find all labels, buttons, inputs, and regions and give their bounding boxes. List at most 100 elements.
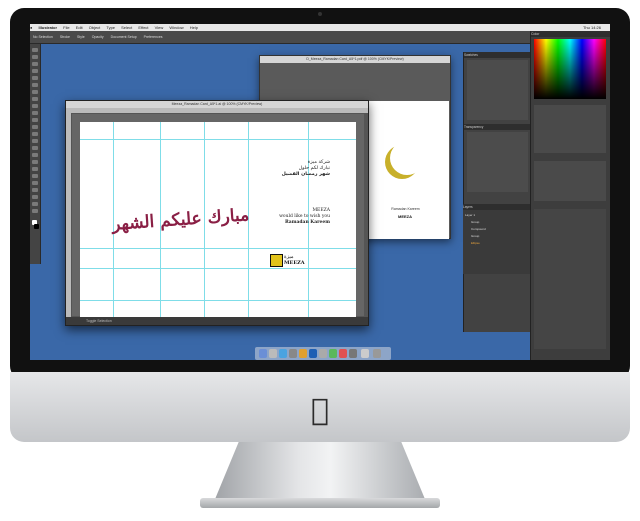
color-swatches[interactable] bbox=[534, 105, 606, 153]
arabic-greeting[interactable]: شركة ميزة تبارك لكم حلول شهر رمضان الفضي… bbox=[250, 160, 330, 178]
selection-status: No Selection bbox=[33, 35, 53, 39]
vertical-ruler[interactable] bbox=[66, 113, 71, 317]
magic-wand-tool-icon[interactable] bbox=[32, 62, 38, 66]
graph-tool-icon[interactable] bbox=[32, 181, 38, 185]
dock bbox=[255, 347, 391, 360]
artboard-back[interactable]: Ramadan Kareem MEEZA bbox=[360, 101, 449, 239]
symbol-sprayer-tool-icon[interactable] bbox=[32, 174, 38, 178]
opacity-label[interactable]: Opacity bbox=[92, 35, 104, 39]
control-bar: No Selection Stroke Style Opacity Docume… bbox=[30, 31, 530, 44]
panel-tab-transparency[interactable]: Transparency bbox=[464, 124, 531, 130]
preferences-button[interactable]: Preferences bbox=[144, 35, 163, 39]
style-label[interactable]: Style bbox=[77, 35, 85, 39]
panel-dock-middle: Swatches Transparency bbox=[463, 52, 531, 332]
blend-tool-icon[interactable] bbox=[32, 167, 38, 171]
canvas[interactable]: مبارك عليكم الشهر شركة ميزة تبارك لكم حل… bbox=[72, 114, 364, 317]
brush-tool-icon[interactable] bbox=[32, 97, 38, 101]
shape-builder-tool-icon[interactable] bbox=[32, 139, 38, 143]
mail-icon[interactable] bbox=[289, 349, 297, 358]
menu-view[interactable]: View bbox=[155, 25, 164, 30]
menubar-clock: Thu 14:26 bbox=[582, 25, 601, 30]
screen: ● Illustrator File Edit Object Type Sele… bbox=[30, 24, 610, 360]
type-tool-icon[interactable] bbox=[32, 76, 38, 80]
mesh-tool-icon[interactable] bbox=[32, 146, 38, 150]
photoshop-icon[interactable] bbox=[309, 349, 317, 358]
monitor-stand-base bbox=[200, 498, 440, 508]
guide-line[interactable] bbox=[80, 268, 356, 269]
pencil-tool-icon[interactable] bbox=[32, 104, 38, 108]
arabic-calligraphy[interactable]: مبارك عليكم الشهر bbox=[111, 199, 249, 244]
menu-object[interactable]: Object bbox=[89, 25, 101, 30]
pen-tool-icon[interactable] bbox=[32, 69, 38, 73]
system-preferences-icon[interactable] bbox=[349, 349, 357, 358]
menubar: ● Illustrator File Edit Object Type Sele… bbox=[30, 24, 610, 31]
menu-window[interactable]: Window bbox=[169, 25, 183, 30]
artboard-front[interactable]: مبارك عليكم الشهر شركة ميزة تبارك لكم حل… bbox=[80, 122, 356, 317]
layer-row[interactable]: Group bbox=[465, 219, 534, 225]
menu-edit[interactable]: Edit bbox=[76, 25, 83, 30]
guide-line[interactable] bbox=[80, 248, 356, 249]
tools-panel bbox=[30, 44, 41, 264]
back-caption: Ramadan Kareem bbox=[391, 207, 420, 211]
itunes-icon[interactable] bbox=[339, 349, 347, 358]
status-bar: Toggle Selection bbox=[66, 317, 368, 325]
document-window-front[interactable]: Meeza_Ramadan Card_A5*1.ai @ 100% (CMYK/… bbox=[65, 100, 369, 326]
messages-icon[interactable] bbox=[329, 349, 337, 358]
menu-help[interactable]: Help bbox=[190, 25, 198, 30]
menu-file[interactable]: File bbox=[63, 25, 69, 30]
layer-row[interactable]: Ellipse bbox=[465, 240, 534, 246]
logo-text: MEEZA bbox=[284, 260, 305, 266]
apple-icon:  bbox=[300, 393, 340, 429]
stroke-swatch[interactable] bbox=[34, 224, 39, 229]
scale-tool-icon[interactable] bbox=[32, 118, 38, 122]
documents-icon[interactable] bbox=[361, 349, 369, 358]
menu-type[interactable]: Type bbox=[106, 25, 115, 30]
toggle-selection[interactable]: Toggle Selection bbox=[86, 319, 112, 323]
preview-icon[interactable] bbox=[319, 349, 327, 358]
gradient-tool-icon[interactable] bbox=[32, 153, 38, 157]
rectangle-tool-icon[interactable] bbox=[32, 90, 38, 94]
back-logo: MEEZA bbox=[398, 214, 412, 219]
finder-icon[interactable] bbox=[259, 349, 267, 358]
panel-tab-swatches[interactable]: Swatches bbox=[464, 52, 531, 58]
direct-selection-tool-icon[interactable] bbox=[32, 55, 38, 59]
document-setup-button[interactable]: Document Setup bbox=[111, 35, 137, 39]
slice-tool-icon[interactable] bbox=[32, 195, 38, 199]
menu-select[interactable]: Select bbox=[121, 25, 132, 30]
layer-row[interactable]: Group bbox=[465, 233, 534, 239]
monitor-stand bbox=[213, 442, 427, 504]
line-tool-icon[interactable] bbox=[32, 83, 38, 87]
window-title[interactable]: Meeza_Ramadan Card_A5*1.ai @ 100% (CMYK/… bbox=[66, 101, 368, 108]
layer-row[interactable]: Layer 1 bbox=[465, 212, 528, 218]
selection-tool-icon[interactable] bbox=[32, 48, 38, 52]
english-greeting[interactable]: MEEZA would like to wish you Ramadan Kar… bbox=[250, 208, 330, 226]
rotate-tool-icon[interactable] bbox=[32, 111, 38, 115]
color-spectrum[interactable] bbox=[534, 39, 606, 99]
stroke-label[interactable]: Stroke bbox=[60, 35, 70, 39]
window-title[interactable]: D_Meeza_Ramadan Card_A5*1.pdf @ 100% (CM… bbox=[260, 56, 450, 63]
eyedropper-tool-icon[interactable] bbox=[32, 160, 38, 164]
meeza-logo[interactable]: ميزة MEEZA bbox=[270, 254, 330, 268]
guide-line[interactable] bbox=[80, 139, 356, 140]
panel-content[interactable] bbox=[534, 161, 606, 201]
menu-effect[interactable]: Effect bbox=[138, 25, 148, 30]
width-tool-icon[interactable] bbox=[32, 125, 38, 129]
hand-tool-icon[interactable] bbox=[32, 202, 38, 206]
artboard-tool-icon[interactable] bbox=[32, 188, 38, 192]
safari-icon[interactable] bbox=[279, 349, 287, 358]
panel-tab-layers[interactable]: Layers bbox=[463, 204, 530, 210]
layer-row[interactable]: Compound bbox=[465, 226, 534, 232]
panel-tab-color[interactable]: Color bbox=[531, 31, 610, 37]
guide-line[interactable] bbox=[80, 300, 356, 301]
menu-app-name[interactable]: Illustrator bbox=[39, 25, 57, 30]
launchpad-icon[interactable] bbox=[269, 349, 277, 358]
free-transform-tool-icon[interactable] bbox=[32, 132, 38, 136]
zoom-tool-icon[interactable] bbox=[32, 209, 38, 213]
transparency-controls[interactable] bbox=[467, 132, 528, 192]
trash-icon[interactable] bbox=[373, 349, 381, 358]
ilustrator-icon[interactable] bbox=[299, 349, 307, 358]
apple-menu-icon[interactable]: ● bbox=[30, 25, 32, 30]
panel-content[interactable] bbox=[534, 209, 606, 349]
swatch-grid[interactable] bbox=[467, 60, 528, 120]
horizontal-ruler[interactable] bbox=[66, 108, 368, 113]
